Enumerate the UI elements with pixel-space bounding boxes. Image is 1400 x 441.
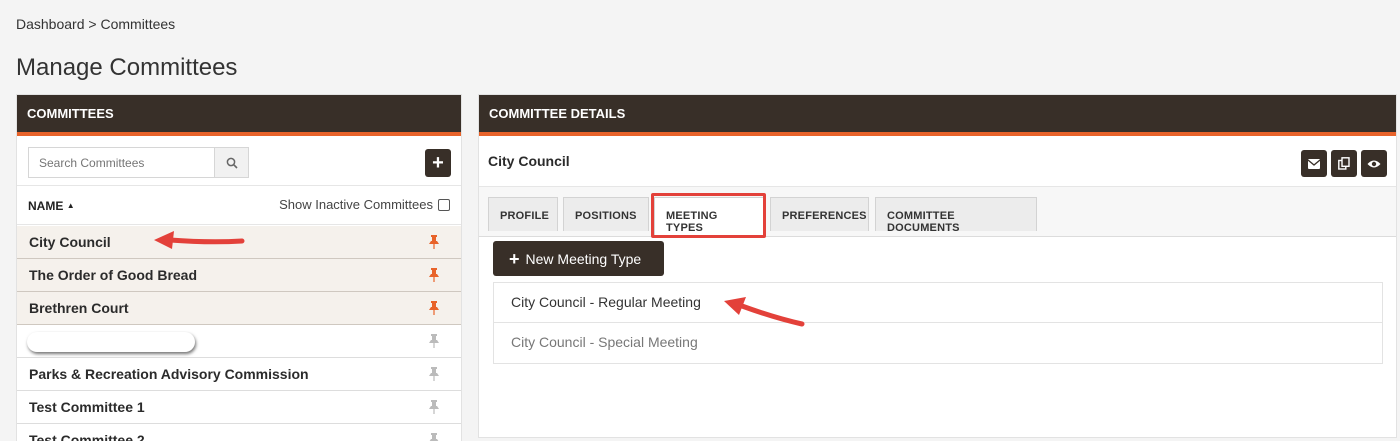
pin-icon[interactable] — [429, 301, 439, 315]
committee-name: Test Committee 2 — [29, 432, 145, 441]
search-icon — [226, 157, 238, 169]
add-committee-button[interactable]: + — [425, 149, 451, 177]
search-button[interactable] — [214, 147, 249, 178]
committee-name: City Council — [488, 153, 570, 169]
page-title: Manage Committees — [16, 54, 238, 81]
search-input[interactable] — [28, 147, 214, 178]
show-inactive-label: Show Inactive Committees — [279, 197, 433, 212]
committee-actions — [1301, 150, 1387, 177]
committee-row[interactable]: Test Committee 2 — [17, 424, 461, 441]
show-inactive-toggle[interactable]: Show Inactive Committees — [279, 197, 450, 212]
committee-list: City Council The Order of Good Bread Breth… — [17, 226, 461, 441]
preview-button[interactable] — [1361, 150, 1387, 177]
committee-row[interactable]: The Order of Good Bread — [17, 259, 461, 292]
committee-name: City Council — [29, 234, 111, 250]
sort-asc-icon: ▲ — [66, 201, 75, 210]
tab-profile[interactable]: PROFILE — [488, 197, 558, 231]
committee-title-bar: City Council — [479, 140, 1396, 187]
duplicate-button[interactable] — [1331, 150, 1357, 177]
committee-name: Brethren Court — [29, 300, 129, 316]
copy-icon — [1338, 157, 1350, 170]
committee-name: Parks & Recreation Advisory Commission — [29, 366, 309, 382]
show-inactive-checkbox[interactable] — [438, 198, 450, 211]
committees-panel-header: COMMITTEES — [17, 95, 461, 136]
pin-icon[interactable] — [429, 367, 439, 381]
committee-row[interactable]: City Council — [17, 226, 461, 259]
breadcrumb-separator: > — [88, 16, 97, 32]
breadcrumb: Dashboard > Committees — [16, 16, 175, 32]
tab-positions[interactable]: POSITIONS — [563, 197, 649, 231]
name-column-header[interactable]: NAME ▲ — [28, 199, 75, 213]
email-button[interactable] — [1301, 150, 1327, 177]
new-meeting-type-label: New Meeting Type — [525, 250, 642, 267]
details-panel-header: COMMITTEE DETAILS — [479, 95, 1396, 136]
committee-row[interactable]: Brethren Court — [17, 292, 461, 325]
redacted-name — [27, 332, 195, 352]
meeting-type-item[interactable]: City Council - Special Meeting — [494, 323, 1382, 363]
committee-row[interactable]: Parks & Recreation Advisory Commission — [17, 358, 461, 391]
plus-icon: + — [432, 151, 444, 174]
committee-row[interactable]: Test Committee 1 — [17, 391, 461, 424]
new-meeting-type-button[interactable]: + New Meeting Type — [493, 241, 664, 276]
committee-name: The Order of Good Bread — [29, 267, 198, 283]
pin-icon[interactable] — [429, 433, 439, 441]
committee-row[interactable] — [17, 325, 461, 358]
breadcrumb-dashboard-link[interactable]: Dashboard — [16, 16, 85, 32]
pin-icon[interactable] — [429, 235, 439, 249]
committee-list-header: NAME ▲ Show Inactive Committees — [17, 185, 461, 225]
pin-icon[interactable] — [429, 268, 439, 282]
committee-details-panel: COMMITTEE DETAILS City Council PROFILE P… — [478, 94, 1397, 438]
tab-highlight-box — [651, 193, 766, 238]
eye-icon — [1367, 160, 1381, 167]
meeting-types-list: City Council - Regular Meeting City Coun… — [493, 282, 1383, 364]
pin-icon[interactable] — [429, 334, 439, 348]
committees-panel: COMMITTEES + NAME ▲ Show Inactive Commit… — [16, 94, 462, 441]
meeting-type-item[interactable]: City Council - Regular Meeting — [494, 283, 1382, 323]
envelope-icon — [1308, 158, 1320, 169]
plus-icon: + — [509, 248, 520, 269]
pin-icon[interactable] — [429, 400, 439, 414]
details-tabs: PROFILE POSITIONS MEETING TYPES PREFEREN… — [479, 187, 1396, 237]
committee-name: Test Committee 1 — [29, 399, 145, 415]
breadcrumb-current: Committees — [100, 16, 176, 32]
tab-committee-documents[interactable]: COMMITTEE DOCUMENTS — [875, 197, 1037, 234]
tab-preferences[interactable]: PREFERENCES — [770, 197, 869, 231]
